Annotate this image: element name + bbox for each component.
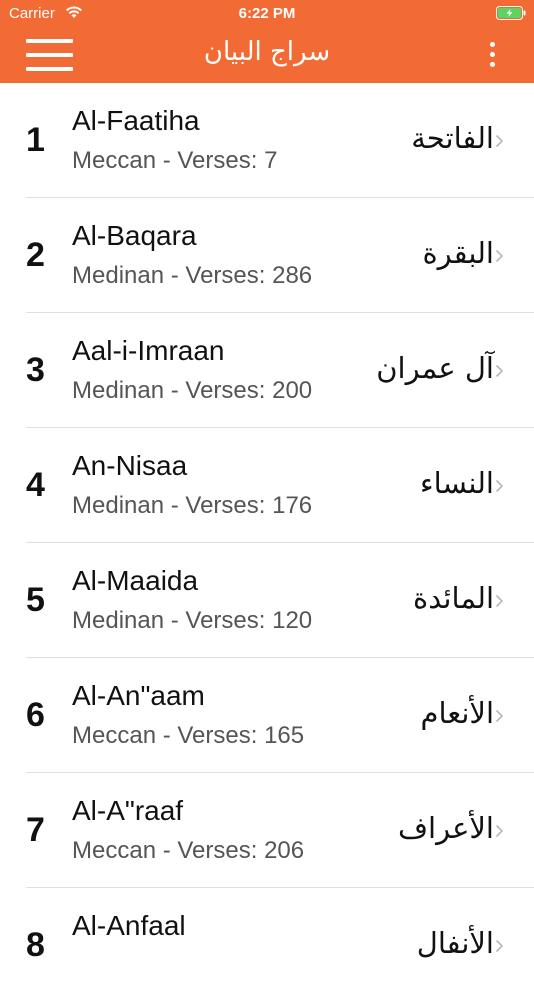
surah-row-6[interactable]: 6 Al-An"aam Meccan - Verses: 165 الأنعام [0, 658, 534, 773]
status-time: 6:22 PM [238, 5, 296, 22]
surah-arabic-name: آل عمران [376, 351, 494, 385]
surah-row-4[interactable]: 4 An-Nisaa Medinan - Verses: 176 النساء [0, 428, 534, 543]
surah-number: 3 [26, 351, 45, 389]
chevron-right-icon [495, 594, 504, 608]
surah-arabic-name: النساء [420, 466, 494, 500]
surah-name: Al-Anfaal [72, 910, 186, 941]
surah-number: 2 [26, 236, 45, 274]
surah-name: Al-An"aam [72, 680, 205, 711]
surah-row-3[interactable]: 3 Aal-i-Imraan Medinan - Verses: 200 آل … [0, 313, 534, 428]
surah-list: 1 Al-Faatiha Meccan - Verses: 7 الفاتحة … [0, 83, 534, 1003]
surah-subtitle: Meccan - Verses: 165 [72, 722, 305, 749]
surah-row-1[interactable]: 1 Al-Faatiha Meccan - Verses: 7 الفاتحة [0, 83, 534, 198]
surah-arabic-name: الأنفال [416, 926, 494, 960]
surah-row-7[interactable]: 7 Al-A"raaf Meccan - Verses: 206 الأعراف [0, 773, 534, 888]
surah-number: 4 [26, 466, 45, 504]
surah-name: Al-A"raaf [72, 795, 184, 826]
more-vertical-icon[interactable] [484, 41, 500, 69]
chevron-right-icon [495, 249, 504, 263]
surah-arabic-name: الفاتحة [411, 121, 494, 155]
chevron-right-icon [495, 824, 504, 838]
surah-number: 7 [26, 811, 45, 849]
surah-number: 1 [26, 121, 45, 159]
surah-row-8[interactable]: 8 Al-Anfaal الأنفال [0, 888, 534, 1003]
surah-subtitle: Medinan - Verses: 200 [72, 377, 313, 404]
chevron-right-icon [495, 364, 504, 378]
status-bar: Carrier 6:22 PM [0, 0, 534, 28]
surah-name: Aal-i-Imraan [72, 335, 225, 366]
chevron-right-icon [495, 134, 504, 148]
surah-subtitle: Medinan - Verses: 120 [72, 607, 313, 634]
surah-arabic-name: المائدة [413, 581, 494, 615]
surah-row-2[interactable]: 2 Al-Baqara Medinan - Verses: 286 البقرة [0, 198, 534, 313]
surah-number: 5 [26, 581, 45, 619]
surah-subtitle: Meccan - Verses: 206 [72, 837, 305, 864]
surah-subtitle: Medinan - Verses: 176 [72, 492, 313, 519]
surah-arabic-name: البقرة [422, 236, 494, 270]
navigation-bar: سراج البيان [0, 28, 534, 83]
surah-arabic-name: الأعراف [397, 811, 494, 845]
surah-number: 8 [26, 926, 45, 964]
page-title: سراج البيان [203, 37, 331, 67]
app-header: Carrier 6:22 PM سراج البيان [0, 0, 534, 83]
surah-subtitle: Medinan - Verses: 286 [72, 262, 313, 289]
surah-name: Al-Maaida [72, 565, 199, 596]
surah-arabic-name: الأنعام [420, 696, 494, 730]
battery-icon [496, 6, 526, 20]
surah-row-5[interactable]: 5 Al-Maaida Medinan - Verses: 120 المائد… [0, 543, 534, 658]
surah-name: An-Nisaa [72, 450, 188, 481]
chevron-right-icon [495, 709, 504, 723]
surah-name: Al-Baqara [72, 220, 197, 251]
surah-name: Al-Faatiha [72, 105, 200, 136]
surah-subtitle: Meccan - Verses: 7 [72, 147, 278, 174]
surah-number: 6 [26, 696, 45, 734]
chevron-right-icon [495, 939, 504, 953]
chevron-right-icon [495, 479, 504, 493]
